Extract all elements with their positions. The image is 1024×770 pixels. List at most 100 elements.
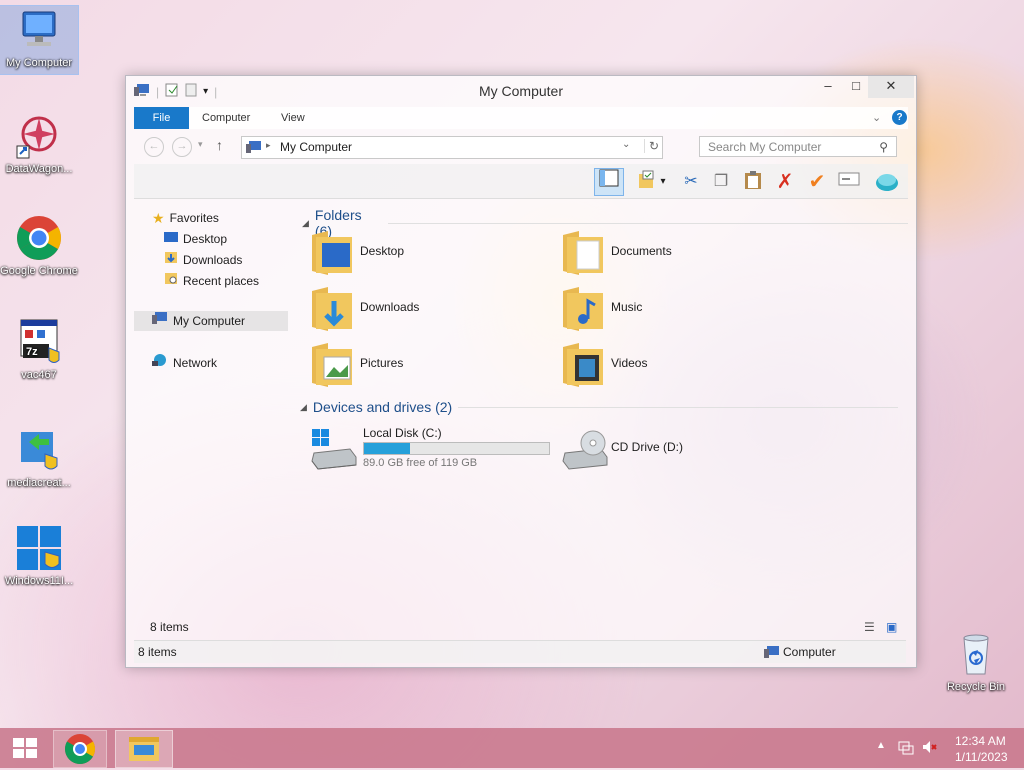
desktop-folder-icon [310, 229, 354, 280]
desktop-icon-mediacreation[interactable]: mediacreat... [0, 426, 78, 490]
drive-name: CD Drive (D:) [611, 440, 683, 454]
taskbar-chrome[interactable] [53, 730, 107, 768]
preview-pane-icon[interactable] [594, 168, 624, 196]
nav-label: My Computer [173, 314, 246, 328]
copy-icon[interactable]: ❐ [708, 170, 734, 194]
title-bar[interactable]: | ▾ | My Computer – □ ✕ [126, 76, 916, 106]
nav-favorites-downloads[interactable]: Downloads [164, 250, 242, 270]
up-icon[interactable]: ↑ [216, 137, 223, 153]
cd-drive-icon [561, 427, 609, 474]
rename-check-icon[interactable]: ✔ [804, 170, 830, 194]
clock-time[interactable]: 12:34 AM [955, 734, 1006, 748]
devices-group-header[interactable]: ◢ Devices and drives (2) [300, 399, 899, 415]
cut-icon[interactable]: ✂ [678, 170, 704, 194]
folder-music[interactable]: Music [561, 286, 781, 334]
desktop-icon-datawagon[interactable]: DataWagon... [0, 112, 78, 176]
nav-network[interactable]: Network [152, 353, 217, 373]
recycle-bin-icon [952, 630, 1000, 678]
windows11-installer-icon [15, 524, 63, 572]
tab-computer[interactable]: Computer [202, 107, 250, 129]
desktop-icon-my-computer[interactable]: My Computer [0, 5, 79, 75]
close-button[interactable]: ✕ [868, 76, 914, 98]
address-bar[interactable]: ▸ My Computer ⌄ ↻ [241, 136, 663, 159]
drive-capacity-bar [363, 442, 550, 455]
view-tiles-icon[interactable]: ▣ [886, 620, 897, 634]
nav-my-computer[interactable]: My Computer [134, 311, 288, 331]
window-title: My Computer [478, 83, 564, 99]
documents-folder-icon [561, 229, 605, 280]
delete-icon[interactable]: ✗ [772, 170, 798, 194]
recent-places-icon [164, 271, 178, 291]
drive-capacity-fill [364, 443, 411, 454]
address-dropdown-icon[interactable]: ⌄ [622, 139, 630, 150]
folder-downloads[interactable]: Downloads [310, 286, 530, 334]
paste-icon[interactable] [740, 170, 766, 194]
tab-view[interactable]: View [281, 107, 305, 129]
videos-folder-icon [561, 341, 605, 392]
desktop-icon-vac467[interactable]: 7z vac467 [0, 318, 78, 382]
collapse-icon[interactable]: ◢ [302, 218, 309, 229]
nav-favorites-desktop[interactable]: Desktop [164, 229, 227, 249]
pictures-folder-icon [310, 341, 354, 392]
drive-local-disk-c[interactable]: Local Disk (C:) 89.0 GB free of 119 GB [310, 426, 560, 474]
desktop-icon-recycle-bin[interactable]: Recycle Bin [937, 630, 1015, 694]
tab-file[interactable]: File [134, 107, 189, 129]
nav-favorites[interactable]: ★ Favorites [152, 208, 219, 228]
nav-label: Favorites [169, 211, 219, 225]
group-title: Devices and drives (2) [312, 399, 453, 415]
star-icon: ★ [152, 210, 165, 226]
datawagon-icon [15, 112, 63, 160]
search-input[interactable]: Search My Computer ⚲ [699, 136, 897, 157]
address-text: My Computer [280, 140, 353, 154]
nav-label: Downloads [183, 253, 243, 267]
drive-cd-d[interactable]: CD Drive (D:) [561, 426, 781, 474]
desktop-icon-windows11[interactable]: Windows11I... [0, 524, 78, 588]
folder-pictures[interactable]: Pictures [310, 342, 530, 390]
rename-field-icon[interactable] [836, 170, 862, 194]
search-placeholder: Search My Computer [708, 140, 822, 154]
forward-icon[interactable]: → [172, 137, 192, 157]
recent-locations-icon[interactable]: ▾ [198, 139, 203, 150]
desktop-icon-label: My Computer [5, 57, 73, 69]
desktop-icon-label: vac467 [21, 369, 57, 381]
desktop-icon-label: Google Chrome [0, 265, 78, 277]
network-tray-icon[interactable] [898, 739, 914, 758]
nav-label: Network [173, 356, 218, 370]
status-bar: 8 items Computer [134, 640, 906, 663]
expand-ribbon-icon[interactable]: ⌄ [872, 107, 881, 129]
view-details-icon[interactable]: ☰ [864, 620, 875, 634]
address-row: ← → ▾ ↑ ▸ My Computer ⌄ ↻ Search My Comp… [134, 133, 908, 163]
desktop-icon-label: Recycle Bin [946, 681, 1006, 693]
folder-videos[interactable]: Videos [561, 342, 781, 390]
folder-desktop[interactable]: Desktop [310, 230, 530, 278]
breadcrumb-separator-icon: ▸ [266, 140, 271, 150]
dropdown-icon[interactable]: ▾ [656, 170, 670, 194]
show-hidden-icons-icon[interactable]: ▲ [876, 740, 886, 751]
downloads-folder-icon [310, 285, 354, 336]
volume-muted-icon[interactable] [922, 739, 938, 758]
desktop-icon-chrome[interactable]: Google Chrome [0, 214, 78, 278]
chrome-icon [15, 214, 63, 262]
network-globe-icon[interactable] [874, 170, 900, 194]
folder-documents[interactable]: Documents [561, 230, 781, 278]
media-creation-tool-icon [15, 426, 63, 474]
ribbon-tabs: File Computer View ⌄ ? [134, 107, 908, 129]
desktop-icon-label: Windows11I... [4, 575, 74, 587]
nav-label: Recent places [183, 274, 260, 288]
hard-drive-icon [310, 427, 358, 474]
search-icon[interactable]: ⚲ [879, 137, 888, 158]
7zip-installer-icon: 7z [15, 318, 63, 366]
status-items: 8 items [138, 645, 177, 659]
help-icon[interactable]: ? [892, 110, 907, 125]
start-button[interactable] [2, 730, 48, 766]
nav-favorites-recent[interactable]: Recent places [164, 271, 259, 291]
collapse-icon[interactable]: ◢ [300, 402, 307, 413]
back-icon[interactable]: ← [144, 137, 164, 157]
command-toolbar: ▾ ✂ ❐ ✗ ✔ [134, 164, 908, 199]
taskbar-file-explorer[interactable] [115, 730, 173, 768]
drive-name: Local Disk (C:) [363, 426, 442, 440]
refresh-icon[interactable]: ↻ [644, 139, 659, 153]
items-count-top: 8 items [150, 620, 189, 634]
computer-icon [764, 644, 780, 666]
clock-date[interactable]: 1/11/2023 [955, 750, 1008, 764]
